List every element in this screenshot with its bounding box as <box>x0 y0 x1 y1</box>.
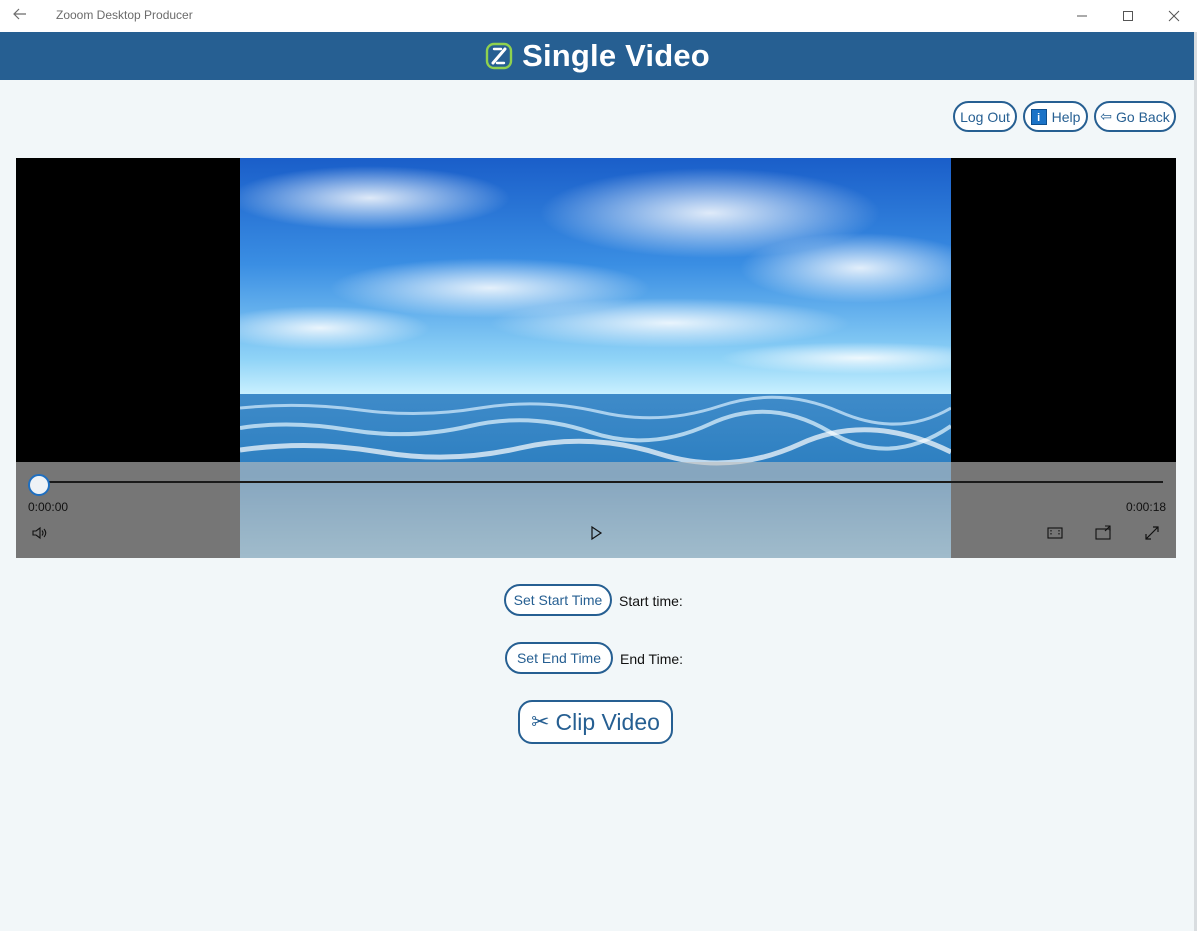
seek-thumb[interactable] <box>28 474 50 496</box>
player-controls: 0:00:00 0:00:18 <box>16 462 1176 558</box>
maximize-icon[interactable] <box>1105 0 1151 32</box>
scissors-icon: ✂ <box>531 709 550 734</box>
start-time-label: Start time: <box>619 593 683 609</box>
page-header: Single Video <box>0 32 1194 80</box>
volume-icon[interactable] <box>29 522 51 544</box>
page-title: Single Video <box>522 38 710 73</box>
help-button[interactable]: i Help <box>1023 101 1088 132</box>
help-label: Help <box>1051 108 1081 125</box>
arrow-left-icon[interactable] <box>10 6 30 26</box>
window-title: Zooom Desktop Producer <box>56 8 193 22</box>
set-start-time-label: Set Start Time <box>513 592 603 608</box>
cast-icon[interactable] <box>1092 522 1114 544</box>
go-back-button[interactable]: ⇦ Go Back <box>1094 101 1176 132</box>
end-time-label: End Time: <box>620 651 684 667</box>
play-icon[interactable] <box>585 522 607 544</box>
video-player[interactable]: 0:00:00 0:00:18 <box>16 158 1176 558</box>
window-titlebar: Zooom Desktop Producer <box>0 0 1197 32</box>
arrow-left-outline-icon: ⇦ <box>1100 108 1113 124</box>
log-out-button[interactable]: Log Out <box>953 101 1017 132</box>
zooom-logo-icon <box>484 41 514 71</box>
close-icon[interactable] <box>1151 0 1197 32</box>
seek-track[interactable] <box>38 481 1163 483</box>
set-end-time-button[interactable]: Set End Time <box>505 642 613 674</box>
clip-video-button[interactable]: ✂ Clip Video <box>518 700 673 744</box>
current-time: 0:00:00 <box>28 500 69 514</box>
info-icon: i <box>1030 108 1047 125</box>
go-back-label: Go Back <box>1116 108 1170 125</box>
clip-video-label: Clip Video <box>555 708 660 735</box>
fullscreen-icon[interactable] <box>1141 522 1163 544</box>
total-time: 0:00:18 <box>1126 500 1167 514</box>
set-start-time-button[interactable]: Set Start Time <box>504 584 612 616</box>
set-end-time-label: Set End Time <box>516 650 602 666</box>
aspect-ratio-icon[interactable] <box>1044 522 1066 544</box>
log-out-label: Log Out <box>960 108 1010 125</box>
minimize-icon[interactable] <box>1059 0 1105 32</box>
